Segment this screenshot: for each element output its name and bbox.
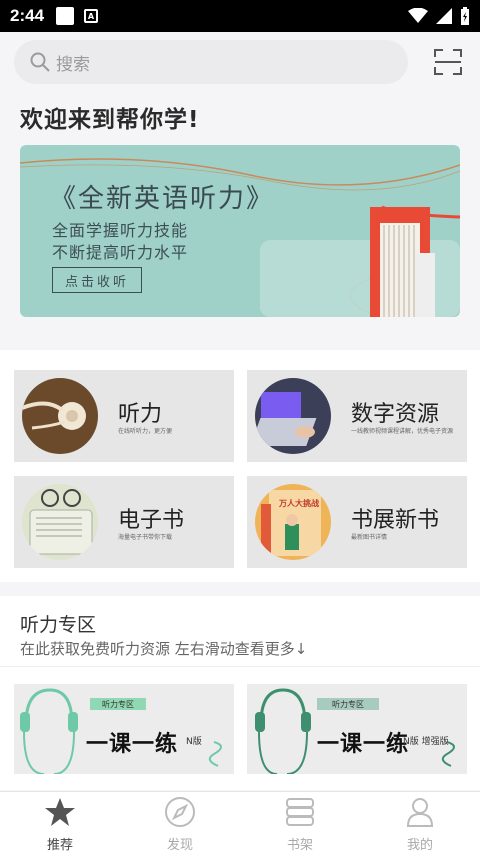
notification-square-icon (56, 7, 75, 25)
scan-icon[interactable] (434, 48, 462, 76)
book-cover-text: 万人大挑战 (279, 499, 319, 508)
promo-banner[interactable]: 《全新英语听力》 全面学握听力技能 不断提高听力水平 点击收听 (20, 145, 460, 317)
category-title: 电子书 (118, 508, 185, 533)
battery-icon (461, 7, 469, 25)
tab-label: 发现 (166, 838, 193, 853)
top-bar: 搜索 (0, 32, 480, 92)
zone-card-title: 一课一练 (317, 732, 410, 757)
category-card-ebook[interactable]: 电子书 海量电子书带你下载 (14, 476, 234, 568)
search-placeholder: 搜索 (56, 54, 90, 75)
book-cover-image: 万人大挑战 (255, 484, 331, 560)
zone-title: 听力专区 (20, 614, 97, 636)
zone-card[interactable]: 听力专区 一课一练 N版 (14, 684, 234, 774)
status-time: 2:44 (10, 6, 45, 25)
tab-recommend[interactable]: 推荐 (0, 792, 120, 853)
status-bar: 2:44 A (0, 0, 480, 32)
search-input[interactable]: 搜索 (14, 40, 408, 84)
compass-icon (165, 797, 195, 827)
zone-card-tag: 听力专区 (102, 699, 134, 709)
tab-bookshelf[interactable]: 书架 (240, 792, 360, 853)
tab-label: 书架 (286, 838, 313, 853)
earphones-image (22, 378, 98, 454)
bookshelf-icon (286, 798, 314, 826)
laptop-image (255, 378, 331, 454)
category-title: 书展新书 (351, 508, 440, 533)
welcome-heading: 欢迎来到帮你学! (20, 107, 200, 133)
ereader-image (22, 484, 98, 560)
category-desc: 一线教师视频课程讲解，优秀电子资源 (351, 428, 454, 435)
zone-card-edition: N版 (186, 737, 202, 747)
banner-line-2: 不断提高听力水平 (52, 243, 189, 262)
signal-icon (436, 8, 452, 24)
category-card-listening[interactable]: 听力 在线听听力，更方便 (14, 370, 234, 462)
category-title: 听力 (118, 402, 163, 427)
zone-card-edition: N版 增强版 (403, 737, 449, 747)
tab-label: 我的 (406, 838, 433, 853)
listening-zone: 听力专区 在此获取免费听力资源 左右滑动查看更多↓ 听力专区 一课一练 N版 听… (0, 596, 480, 790)
zone-card-title: 一课一练 (86, 732, 179, 757)
star-icon (45, 798, 75, 826)
zone-card-tag: 听力专区 (332, 699, 364, 709)
category-card-digital[interactable]: 数字资源 一线教师视频课程讲解，优秀电子资源 (247, 370, 467, 462)
category-desc: 海量电子书带你下载 (118, 534, 173, 541)
category-card-new-books[interactable]: 万人大挑战 书展新书 最新图书详情 (247, 476, 467, 568)
search-icon (30, 52, 50, 72)
category-title: 数字资源 (351, 402, 440, 427)
category-grid: 听力 在线听听力，更方便 数字资源 一线教师视频课程讲解，优秀电子资源 电子书 … (0, 350, 480, 582)
banner-line-1: 全面学握听力技能 (52, 221, 189, 240)
a-notification-icon: A (84, 9, 99, 23)
listen-button[interactable]: 点击收听 (52, 267, 142, 293)
tab-label: 推荐 (46, 838, 73, 853)
category-desc: 最新图书详情 (351, 534, 388, 541)
tab-profile[interactable]: 我的 (360, 792, 480, 853)
tab-discover[interactable]: 发现 (120, 792, 240, 853)
zone-subtitle: 在此获取免费听力资源 左右滑动查看更多↓ (20, 640, 308, 658)
wifi-icon (408, 8, 428, 23)
bottom-tab-bar: 推荐 发现 书架 我的 (0, 791, 480, 853)
category-desc: 在线听听力，更方便 (118, 428, 173, 435)
divider (0, 666, 480, 667)
banner-title: 《全新英语听力》 (50, 184, 275, 214)
person-icon (406, 798, 434, 827)
status-right (408, 7, 470, 25)
zone-card[interactable]: 听力专区 一课一练 N版 增强版 (247, 684, 467, 774)
